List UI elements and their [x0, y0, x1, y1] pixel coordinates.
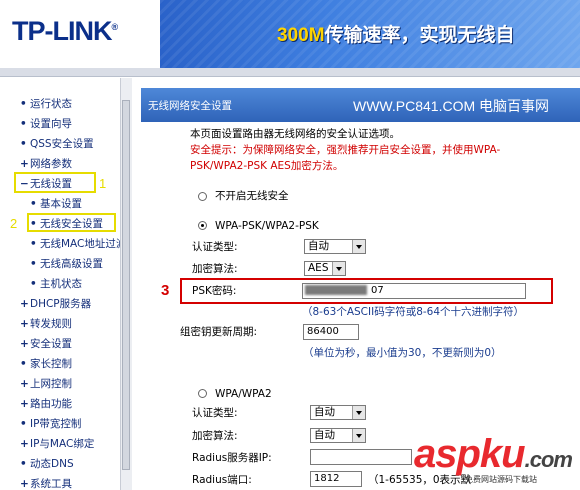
auth-type-select[interactable]: 自动 [304, 239, 366, 254]
auth-type2-select[interactable]: 自动 [310, 405, 366, 420]
sidebar-item-forwarding[interactable]: +转发规则 [20, 317, 72, 331]
annotation-number-3: 3 [161, 282, 170, 299]
sidebar-item-ip-mac[interactable]: +IP与MAC绑定 [20, 437, 94, 451]
sidebar-item-ddns[interactable]: • 动态DNS [20, 457, 74, 471]
sidebar-item-qss[interactable]: • QSS安全设置 [20, 137, 94, 151]
sidebar-item-host-status[interactable]: • 主机状态 [30, 277, 82, 291]
sidebar-nav: • 运行状态 • 设置向导 • QSS安全设置 +网络参数 −无线设置 • 基本设置 •… [0, 78, 126, 490]
aspku-watermark: aspku.com [414, 432, 573, 476]
sidebar-item-network[interactable]: +网络参数 [20, 157, 72, 171]
option-wpa-label: WPA/WPA2 [215, 388, 272, 400]
radio-wpa-psk[interactable] [198, 221, 207, 230]
radio-no-security[interactable] [198, 192, 207, 201]
group-key-input[interactable]: 86400 [303, 324, 359, 340]
sidebar-item-parental[interactable]: • 家长控制 [20, 357, 72, 371]
annotation-box-wireless-security [27, 213, 116, 232]
radius-ip-label: Radius服务器IP: [192, 452, 272, 464]
sidebar-item-mac-filter[interactable]: • 无线MAC地址过滤 [30, 237, 126, 251]
sidebar-item-access-control[interactable]: +上网控制 [20, 377, 72, 391]
group-key-label: 组密钥更新周期: [180, 326, 258, 338]
option-no-security-label: 不开启无线安全 [215, 190, 289, 202]
chevron-down-icon [352, 406, 365, 419]
chevron-down-icon [352, 240, 365, 253]
annotation-box-wireless [14, 172, 96, 193]
security-tip-line2: PSK/WPA2-PSK AES加密方法。 [190, 160, 344, 172]
intro-text: 本页面设置路由器无线网络的安全认证选项。 [190, 128, 400, 140]
sidebar-item-bandwidth[interactable]: • IP带宽控制 [20, 417, 81, 431]
group-key-hint: （单位为秒，最小值为30，不更新则为0） [303, 347, 502, 359]
sidebar-item-advanced[interactable]: • 无线高级设置 [30, 257, 103, 271]
auth-type-label: 认证类型: [192, 241, 238, 253]
chevron-down-icon [332, 262, 345, 275]
panel-title: 无线网络安全设置 [148, 100, 232, 112]
annotation-number-2: 2 [10, 216, 18, 231]
radius-ip-input[interactable] [310, 449, 412, 465]
pc841-watermark: WWW.PC841.COM 电脑百事网 [353, 98, 550, 114]
sidebar-item-status[interactable]: • 运行状态 [20, 97, 72, 111]
option-wpa-psk-label: WPA-PSK/WPA2-PSK [215, 220, 319, 232]
annotation-number-1: 1 [99, 176, 107, 191]
auth-type2-label: 认证类型: [192, 407, 238, 419]
psk-hint: （8-63个ASCII码字符或8-64个十六进制字符） [302, 306, 525, 318]
header-separator [0, 68, 580, 77]
security-tip-line1: 安全提示：为保障网络安全，强烈推荐开启安全设置，并使用WPA- [190, 144, 501, 156]
sidebar-item-security[interactable]: +安全设置 [20, 337, 72, 351]
banner-slogan: 300M传输速率，实现无线自 [277, 25, 515, 46]
sidebar-item-dhcp[interactable]: +DHCP服务器 [20, 297, 91, 311]
logo-area: TP-LINK® [0, 0, 160, 68]
sidebar-item-wizard[interactable]: • 设置向导 [20, 117, 72, 131]
radio-wpa[interactable] [198, 389, 207, 398]
encrypt2-label: 加密算法: [192, 430, 238, 442]
encrypt-label: 加密算法: [192, 263, 238, 275]
tp-link-logo: TP-LINK® [12, 16, 118, 46]
annotation-box-psk [180, 278, 553, 304]
radius-port-label: Radius端口: [192, 474, 252, 486]
radius-port-input[interactable]: 1812 [310, 471, 362, 487]
encrypt-select[interactable]: AES [304, 261, 346, 276]
sidebar-item-routing[interactable]: +路由功能 [20, 397, 72, 411]
sidebar-item-basic[interactable]: • 基本设置 [30, 197, 82, 211]
chevron-down-icon [352, 429, 365, 442]
encrypt2-select[interactable]: 自动 [310, 428, 366, 443]
aspku-watermark-subtitle: 免费网站源码下载站 [465, 475, 537, 484]
sidebar-scrollbar-thumb[interactable] [122, 100, 130, 470]
sidebar-item-system-tools[interactable]: +系统工具 [20, 477, 72, 490]
